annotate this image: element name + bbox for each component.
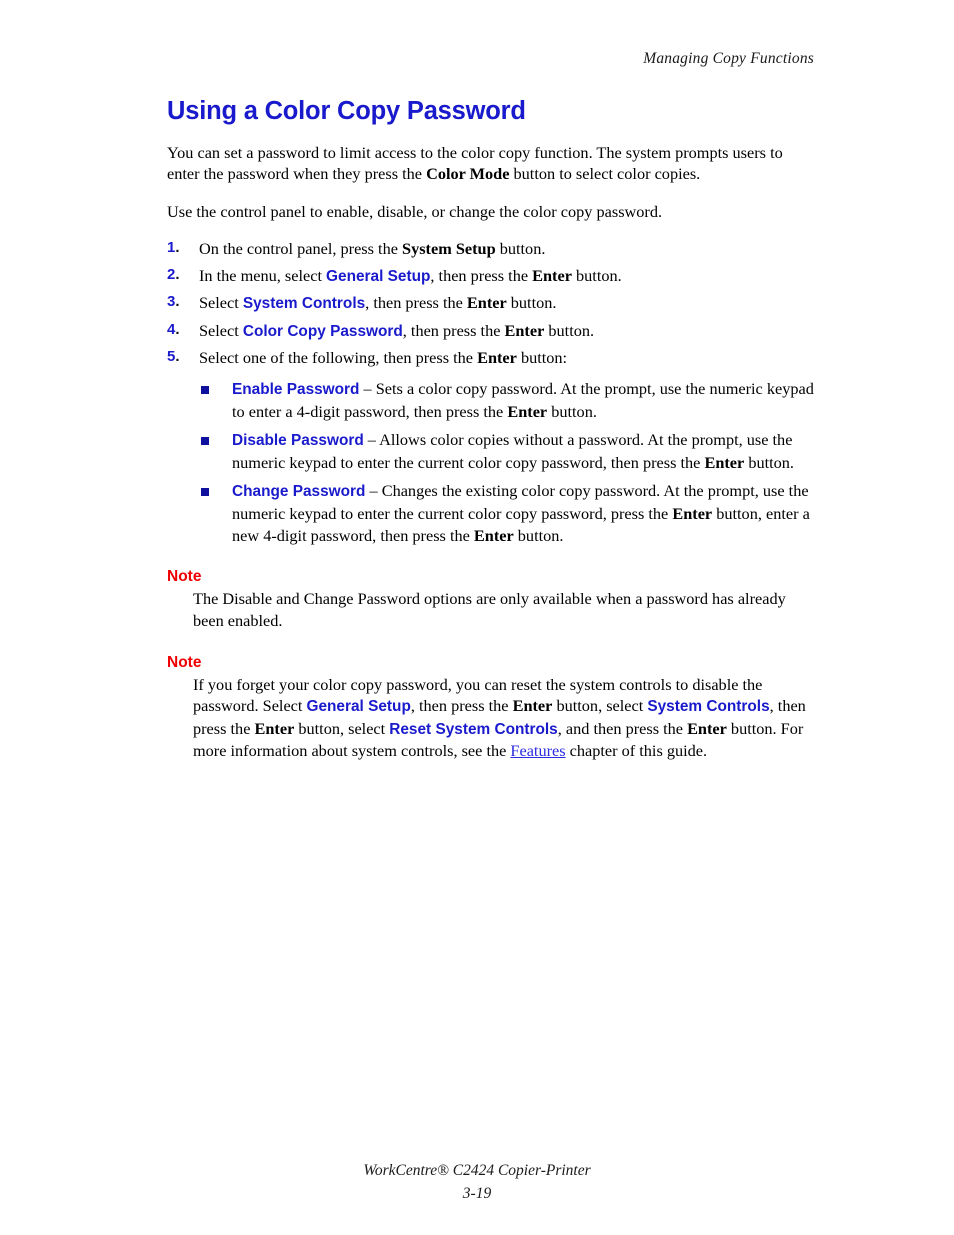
option-item-disable-password: Disable Password – Allows color copies w… bbox=[199, 429, 815, 473]
option-label-enable-password: Enable Password bbox=[232, 381, 360, 399]
menu-item-system-controls: System Controls bbox=[242, 295, 366, 313]
system-setup-button-name: System Setup bbox=[402, 239, 496, 259]
step-4-text-a: Select bbox=[199, 320, 243, 340]
note-2-text-6: , and then press the bbox=[557, 718, 688, 738]
step-1-text-a: On the control panel, press the bbox=[199, 239, 403, 259]
note-block-2: Note If you forget your color copy passw… bbox=[167, 654, 815, 762]
square-bullet-icon bbox=[201, 488, 209, 497]
step-3-text-a: Select bbox=[199, 293, 243, 313]
step-4-text-c: , then press the bbox=[402, 320, 505, 340]
menu-item-color-copy-password: Color Copy Password bbox=[242, 322, 403, 340]
enter-button-name: Enter bbox=[473, 525, 514, 545]
menu-item-general-setup: General Setup bbox=[306, 698, 411, 716]
intro-paragraph-1: You can set a password to limit access t… bbox=[167, 142, 815, 185]
enter-button-name: Enter bbox=[504, 320, 545, 340]
option-item-enable-password: Enable Password – Sets a color copy pass… bbox=[199, 378, 815, 422]
option-label-disable-password: Disable Password bbox=[232, 432, 364, 450]
procedure-steps: 1. On the control panel, press the System… bbox=[167, 238, 815, 546]
page-footer: WorkCentre® C2424 Copier-Printer 3-19 bbox=[0, 1160, 954, 1205]
enter-button-name: Enter bbox=[687, 718, 727, 738]
page-content: Using a Color Copy Password You can set … bbox=[167, 98, 815, 762]
menu-item-system-controls: System Controls bbox=[647, 698, 770, 716]
enter-button-name: Enter bbox=[477, 348, 517, 368]
enter-button-name: Enter bbox=[672, 503, 713, 523]
enter-button-name: Enter bbox=[704, 452, 745, 472]
option-2-text-e: button. bbox=[513, 525, 564, 545]
step-5-text-a: Select one of the following, then press … bbox=[199, 348, 478, 368]
note-2-text-5: button, select bbox=[294, 718, 390, 738]
note-2-text-3: button, select bbox=[552, 696, 648, 716]
document-page: Managing Copy Functions Using a Color Co… bbox=[0, 0, 954, 1235]
step-number-4: 4. bbox=[167, 320, 180, 338]
note-body: The Disable and Change Password options … bbox=[193, 589, 786, 630]
option-list: Enable Password – Sets a color copy pass… bbox=[199, 378, 815, 546]
step-2-text-c: , then press the bbox=[430, 265, 533, 285]
menu-item-reset-system-controls: Reset System Controls bbox=[389, 720, 558, 738]
page-title: Using a Color Copy Password bbox=[167, 97, 526, 125]
step-number-3: 3. bbox=[167, 293, 180, 311]
note-body: If you forget your color copy password, … bbox=[193, 674, 815, 762]
option-1-text-c: button. bbox=[744, 452, 795, 472]
step-2-text-e: button. bbox=[571, 265, 622, 285]
square-bullet-icon bbox=[201, 437, 209, 446]
cross-reference-link-features[interactable]: Features bbox=[510, 741, 565, 760]
step-item-4: 4. Select Color Copy Password, then press… bbox=[167, 320, 815, 342]
step-item-5: 5. Select one of the following, then pres… bbox=[167, 347, 815, 546]
note-label: Note bbox=[167, 653, 202, 671]
footer-product-name: WorkCentre® C2424 Copier-Printer bbox=[363, 1162, 591, 1180]
step-5-text-e: button: bbox=[516, 348, 568, 368]
intro-1-text-c: button to select color copies. bbox=[509, 164, 701, 184]
step-3-text-c: , then press the bbox=[365, 293, 467, 313]
step-2-text-a: In the menu, select bbox=[199, 265, 327, 285]
footer-page-number: 3-19 bbox=[462, 1184, 492, 1202]
square-bullet-icon bbox=[201, 386, 209, 395]
step-number-5: 5. bbox=[167, 348, 180, 366]
step-number-1: 1. bbox=[167, 239, 180, 257]
option-0-text-c: button. bbox=[547, 401, 597, 421]
enter-button-name: Enter bbox=[512, 696, 553, 716]
step-item-3: 3. Select System Controls, then press the… bbox=[167, 292, 815, 314]
step-4-text-e: button. bbox=[544, 320, 595, 340]
note-block-1: Note The Disable and Change Password opt… bbox=[167, 568, 815, 631]
enter-button-name: Enter bbox=[254, 718, 295, 738]
intro-paragraph-2: Use the control panel to enable, disable… bbox=[167, 201, 663, 221]
note-2-text-2: , then press the bbox=[410, 696, 513, 716]
menu-item-general-setup: General Setup bbox=[326, 267, 431, 285]
step-item-2: 2. In the menu, select General Setup, the… bbox=[167, 265, 815, 287]
color-mode-button-name: Color Mode bbox=[426, 164, 510, 184]
option-label-change-password: Change Password bbox=[232, 483, 366, 501]
option-item-change-password: Change Password – Changes the existing c… bbox=[199, 480, 815, 546]
note-label: Note bbox=[167, 568, 202, 586]
enter-button-name: Enter bbox=[507, 401, 548, 421]
step-1-text-c: button. bbox=[495, 239, 546, 259]
running-header: Managing Copy Functions bbox=[643, 50, 814, 67]
step-item-1: 1. On the control panel, press the System… bbox=[167, 238, 815, 260]
enter-button-name: Enter bbox=[532, 265, 572, 285]
note-2-text-8: chapter of this guide. bbox=[565, 741, 708, 761]
enter-button-name: Enter bbox=[466, 293, 507, 313]
step-3-text-e: button. bbox=[506, 293, 557, 313]
step-number-2: 2. bbox=[167, 265, 180, 283]
